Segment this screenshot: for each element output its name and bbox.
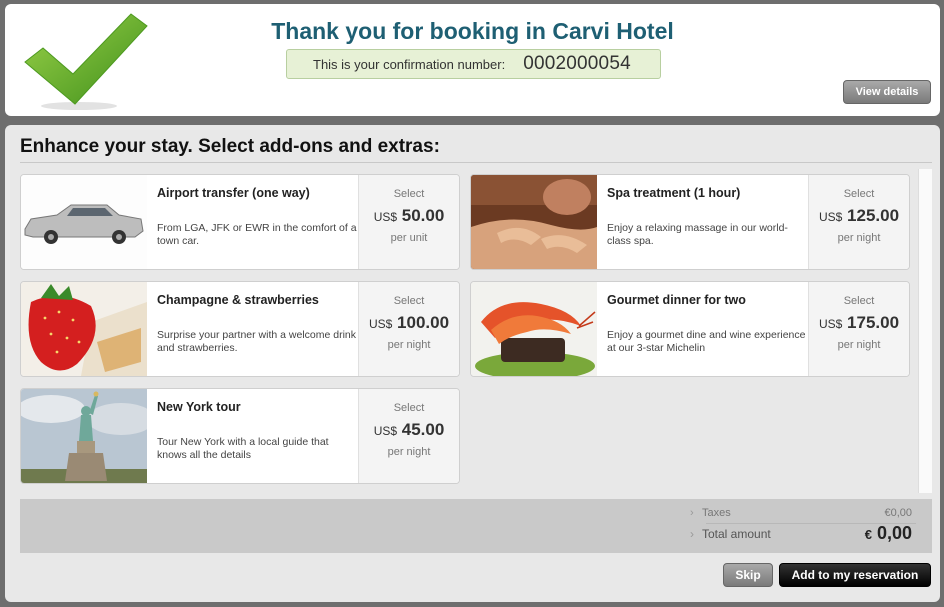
price-unit: per night [837,339,881,351]
add-to-reservation-button[interactable]: Add to my reservation [779,563,931,587]
confirmation-panel: Thank you for booking in Carvi Hotel Thi… [5,4,940,116]
addon-description: Enjoy a relaxing massage in our world-cl… [607,222,788,247]
select-label: Select [393,402,425,414]
addon-description: Surprise your partner with a welcome dri… [157,329,356,354]
page-title: Thank you for booking in Carvi Hotel [271,18,674,44]
confirmation-number: 0002000054 [523,53,631,74]
taxes-label: Taxes [702,507,731,519]
price-value: 50.00 [401,206,445,225]
skip-button[interactable]: Skip [723,563,773,587]
chevron-right-icon: › [690,507,694,519]
confirmation-box: This is your confirmation number: 000200… [286,49,661,79]
price-value: 45.00 [401,420,445,439]
currency: US$ [818,210,843,224]
currency: US$ [373,210,398,224]
total-currency: € [864,527,872,542]
addon-price-select[interactable]: Select US$ 45.00 per night [358,389,459,483]
section-title: Enhance your stay. Select add-ons and ex… [20,136,440,157]
price-unit: per unit [390,232,428,244]
select-label: Select [393,295,425,307]
addon-card-champagne[interactable]: Champagne & strawberries Surprise your p… [20,281,460,377]
addon-price: US$ 125.00 [809,206,909,226]
currency: US$ [373,424,398,438]
divider [20,162,932,163]
addon-name: New York tour [157,400,241,414]
taxes-value: €0,00 [884,507,912,519]
addon-price: US$ 175.00 [809,313,909,333]
addon-description: Enjoy a gourmet dine and wine experience… [607,329,806,354]
addon-card-airport-transfer[interactable]: Airport transfer (one way) From LGA, JFK… [20,174,460,270]
price-value: 125.00 [847,206,900,225]
taxes-row[interactable]: › Taxes €0,00 [690,507,912,519]
addon-name: Airport transfer (one way) [157,186,310,200]
addon-name: Champagne & strawberries [157,293,319,307]
currency: US$ [818,317,843,331]
price-unit: per night [837,232,881,244]
addon-name: Spa treatment (1 hour) [607,186,741,200]
addon-price-select[interactable]: Select US$ 175.00 per night [808,282,909,376]
price-value: 175.00 [847,313,900,332]
addon-description: From LGA, JFK or EWR in the comfort of a… [157,222,357,247]
total-row[interactable]: › Total amount € 0,00 [690,523,912,543]
strawberry-image [21,282,147,376]
addon-description: Tour New York with a local guide that kn… [157,436,329,461]
addon-card-spa-treatment[interactable]: Spa treatment (1 hour) Enjoy a relaxing … [470,174,910,270]
statue-of-liberty-image [21,389,147,483]
currency: US$ [368,317,393,331]
addon-price: US$ 100.00 [359,313,459,333]
addon-name: Gourmet dinner for two [607,293,746,307]
total-value: 0,00 [876,523,912,543]
addon-price: US$ 50.00 [359,206,459,226]
total-amount: € 0,00 [865,523,912,544]
price-value: 100.00 [397,313,450,332]
addon-card-new-york-tour[interactable]: New York tour Tour New York with a local… [20,388,460,484]
select-label: Select [843,188,875,200]
price-unit: per night [387,446,431,458]
price-unit: per night [387,339,431,351]
shrimp-dish-image [471,282,597,376]
addon-price-select[interactable]: Select US$ 125.00 per night [808,175,909,269]
confirmation-label: This is your confirmation number: [313,56,506,72]
town-car-image [21,175,147,269]
chevron-right-icon: › [690,527,694,541]
totals-bar: › Taxes €0,00 › Total amount € 0,00 [20,499,932,553]
addon-price-select[interactable]: Select US$ 50.00 per unit [358,175,459,269]
view-details-button[interactable]: View details [843,80,931,104]
massage-image [471,175,597,269]
addons-panel: Enhance your stay. Select add-ons and ex… [5,125,940,602]
addon-price-select[interactable]: Select US$ 100.00 per night [358,282,459,376]
scrollbar[interactable] [918,169,932,493]
select-label: Select [393,188,425,200]
addon-card-gourmet-dinner[interactable]: Gourmet dinner for two Enjoy a gourmet d… [470,281,910,377]
total-label: Total amount [702,527,771,541]
addon-price: US$ 45.00 [359,420,459,440]
select-label: Select [843,295,875,307]
